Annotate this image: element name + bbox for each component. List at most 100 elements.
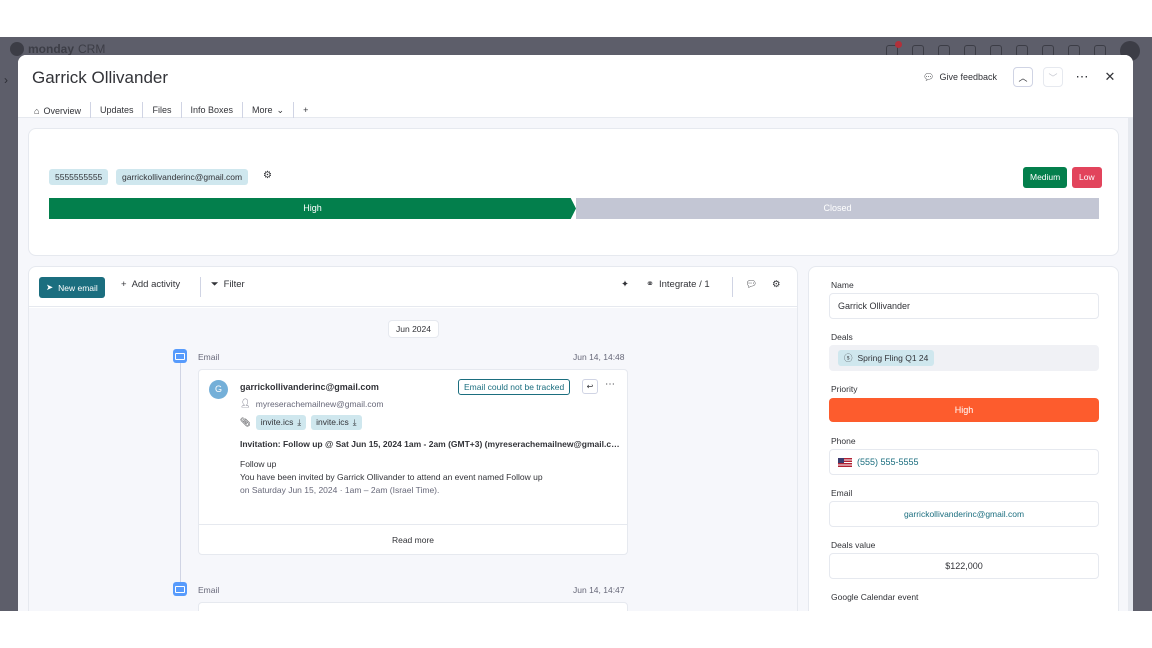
add-activity-label: Add activity bbox=[131, 279, 181, 290]
sender-email: garrickollivanderinc@gmail.com bbox=[240, 382, 379, 392]
field-label-name: Name bbox=[831, 280, 854, 290]
tab-files[interactable]: Files bbox=[143, 102, 182, 118]
email-body-line: Follow up bbox=[240, 459, 277, 469]
give-feedback-button[interactable]: 💬︎ Give feedback bbox=[917, 68, 1003, 87]
tab-updates[interactable]: Updates bbox=[91, 102, 144, 118]
deal-chip-label: Spring Fling Q1 24 bbox=[857, 353, 929, 363]
phone-field[interactable]: (555) 555-5555 bbox=[829, 449, 1099, 475]
reply-icon[interactable]: ↩ bbox=[582, 379, 598, 394]
new-email-button[interactable]: ➤ New email bbox=[39, 277, 105, 298]
field-label-phone: Phone bbox=[831, 436, 856, 446]
phone-value: (555) 555-5555 bbox=[857, 457, 919, 467]
progress-segment-closed[interactable]: Closed bbox=[576, 198, 1099, 219]
home-icon: ⌂ bbox=[34, 105, 40, 116]
sidebar-expand-icon[interactable]: › bbox=[4, 73, 8, 87]
ai-sparkle-button[interactable]: ✦ bbox=[621, 279, 629, 290]
item-title: Garrick Ollivander bbox=[32, 68, 169, 87]
item-panel: Garrick Ollivander ⌂ Overview Updates Fi… bbox=[18, 55, 1133, 611]
event-date: Jun 14, 14:48 bbox=[573, 352, 625, 362]
attachment-chip[interactable]: invite.ics ⤓ bbox=[255, 415, 307, 430]
header-actions: 💬︎ Give feedback ︿ ﹀ ⋯ ✕ bbox=[917, 67, 1119, 87]
activity-toolbar: ➤ New email + Add activity ⏷ Filter ✦ ⚭ … bbox=[29, 267, 797, 307]
filter-icon: ⏷ bbox=[211, 279, 219, 290]
email-value: garrickollivanderinc@gmail.com bbox=[903, 509, 1025, 519]
deal-chip[interactable]: ⓢ Spring Fling Q1 24 bbox=[838, 350, 935, 366]
tab-files-label: Files bbox=[152, 105, 172, 115]
event-date: Jun 14, 14:47 bbox=[573, 585, 625, 595]
field-label-deals: Deals bbox=[831, 332, 853, 342]
field-label-email: Email bbox=[831, 488, 853, 498]
chevron-down-icon: ⌄ bbox=[276, 104, 285, 115]
us-flag-icon bbox=[838, 457, 852, 467]
dollar-circle-icon: ⓢ bbox=[844, 353, 853, 363]
tab-overview-label: Overview bbox=[43, 105, 81, 116]
attachment-name: invite.ics bbox=[260, 417, 294, 427]
email-body-line: on Saturday Jun 15, 2024 · 1am – 2am (Is… bbox=[240, 485, 440, 495]
timeline-line bbox=[180, 354, 181, 594]
person-icon: 👤︎ bbox=[240, 398, 251, 408]
email-chip[interactable]: garrickollivanderinc@gmail.com bbox=[116, 169, 249, 185]
tab-updates-label: Updates bbox=[99, 105, 134, 115]
tracking-status-badge: Email could not be tracked bbox=[458, 379, 571, 395]
attachment-name: invite.ics bbox=[316, 417, 349, 427]
fields-card: Name Garrick Ollivander Deals ⓢ Spring F… bbox=[808, 266, 1119, 611]
filter-label: Filter bbox=[223, 279, 245, 290]
email-field[interactable]: garrickollivanderinc@gmail.com bbox=[829, 501, 1099, 527]
field-label-deals-value: Deals value bbox=[831, 540, 876, 550]
activity-settings-button[interactable]: ⚙ bbox=[772, 279, 781, 290]
status-progress-bar[interactable]: High Closed bbox=[49, 198, 1099, 219]
chat-icon-button[interactable]: 💬︎ bbox=[745, 279, 757, 290]
email-event-icon bbox=[173, 349, 187, 363]
email-subject: Invitation: Follow up @ Sat Jun 15, 2024… bbox=[240, 439, 620, 449]
email-more-icon[interactable]: ⋯ bbox=[605, 379, 615, 390]
deals-value-field[interactable]: $122,000 bbox=[829, 553, 1099, 579]
sparkle-icon: ✦ bbox=[621, 279, 629, 290]
toolbar-divider bbox=[200, 277, 201, 297]
chat-icon: 💬︎ bbox=[745, 279, 758, 290]
name-field[interactable]: Garrick Ollivander bbox=[829, 293, 1099, 319]
tab-info-boxes-label: Info Boxes bbox=[190, 105, 234, 115]
integrate-button[interactable]: ⚭ Integrate / 1 bbox=[646, 279, 710, 290]
tab-info-boxes[interactable]: Info Boxes bbox=[182, 102, 244, 118]
letterbox-bottom bbox=[0, 611, 1152, 648]
next-item-button[interactable]: ﹀ bbox=[1043, 67, 1063, 87]
new-email-label: New email bbox=[58, 282, 98, 293]
more-options-icon[interactable]: ⋯ bbox=[1073, 69, 1091, 85]
download-icon: ⤓ bbox=[352, 417, 357, 427]
phone-chip[interactable]: 5555555555 bbox=[49, 169, 109, 185]
toolbar-divider bbox=[732, 277, 733, 297]
add-activity-button[interactable]: + Add activity bbox=[121, 279, 180, 290]
monday-logo-icon bbox=[10, 42, 24, 56]
add-tab-button[interactable]: + bbox=[294, 102, 317, 118]
field-label-google-calendar: Google Calendar event bbox=[831, 592, 919, 602]
filter-button[interactable]: ⏷ Filter bbox=[211, 279, 245, 290]
email-card[interactable]: G garrickollivanderinc@gmail.com 👤︎ myre… bbox=[198, 369, 628, 555]
chip-settings-icon[interactable]: ⚙ bbox=[263, 170, 272, 181]
integrate-icon: ⚭ bbox=[646, 279, 654, 290]
attachment-chip[interactable]: invite.ics ⤓ bbox=[311, 415, 362, 430]
priority-badge-medium[interactable]: Medium bbox=[1023, 167, 1068, 188]
email-event-icon bbox=[173, 582, 187, 596]
month-divider: Jun 2024 bbox=[388, 320, 439, 338]
letterbox-top bbox=[0, 0, 1152, 37]
brand-name: monday bbox=[28, 42, 75, 56]
read-more-button[interactable]: Read more bbox=[199, 524, 627, 554]
priority-field[interactable]: High bbox=[829, 398, 1099, 422]
field-label-priority: Priority bbox=[831, 384, 858, 394]
event-type-label: Email bbox=[198, 585, 220, 595]
content-area: 5555555555 garrickollivanderinc@gmail.co… bbox=[18, 118, 1133, 611]
deals-field[interactable]: ⓢ Spring Fling Q1 24 bbox=[829, 345, 1099, 371]
panel-scrollbar[interactable] bbox=[1128, 118, 1133, 611]
add-tab-label: + bbox=[303, 105, 309, 115]
paperclip-icon: 📎︎ bbox=[240, 417, 251, 427]
priority-badge-low[interactable]: Low bbox=[1072, 167, 1102, 188]
previous-item-button[interactable]: ︿ bbox=[1013, 67, 1033, 87]
progress-segment-high[interactable]: High bbox=[49, 198, 576, 219]
brand-sub: CRM bbox=[78, 42, 106, 56]
send-icon: ➤ bbox=[46, 282, 54, 292]
integrate-label: Integrate / 1 bbox=[658, 279, 710, 290]
email-card[interactable] bbox=[198, 602, 628, 611]
recipient-row: 👤︎ myreserachemailnew@gmail.com bbox=[240, 398, 383, 409]
close-icon[interactable]: ✕ bbox=[1101, 69, 1119, 85]
tab-more[interactable]: More ⌄ bbox=[243, 102, 295, 118]
